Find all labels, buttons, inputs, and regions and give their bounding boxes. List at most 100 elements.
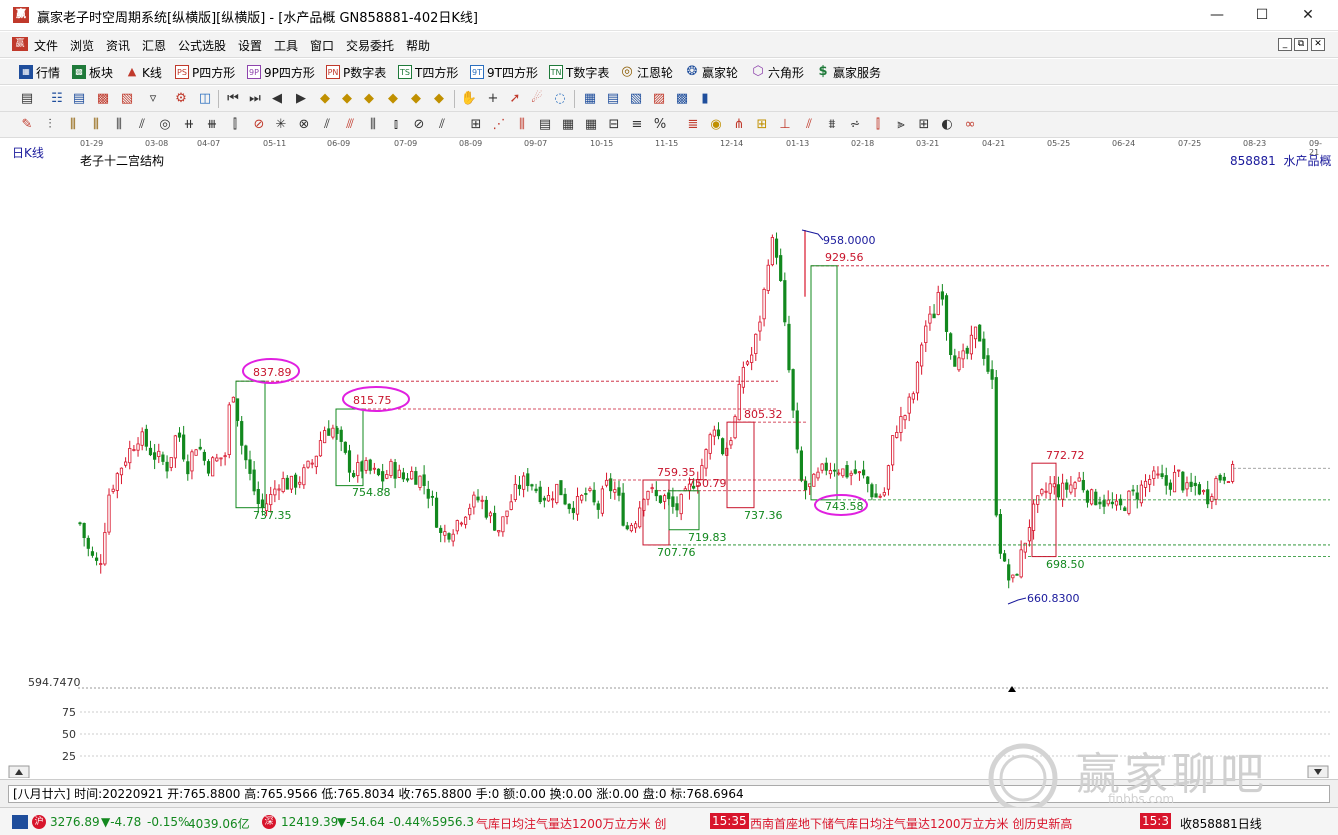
draw-tool-icon-4[interactable]: ⫼ [87, 116, 105, 134]
period-select-icon[interactable]: ▤ [18, 90, 36, 108]
toolbar-kline[interactable]: ▲ K线 [125, 63, 162, 81]
menu-window[interactable]: 窗口 [310, 37, 334, 54]
draw-tool-icon-9[interactable]: ⧻ [203, 116, 221, 134]
close-button[interactable]: ✕ [1285, 0, 1331, 31]
toolbar-hexagon[interactable]: ⬡ 六角形 [751, 63, 804, 81]
line-icon[interactable]: ➚ [506, 90, 524, 108]
draw-tool-icon-40[interactable]: ◐ [938, 116, 956, 134]
news-ticker-1[interactable]: 气库日均注气量达1200万立方米 创 [476, 815, 666, 832]
toolbar-p-number[interactable]: PN P数字表 [326, 63, 386, 81]
toolbar-p-square[interactable]: PS P四方形 [175, 63, 235, 81]
diamond-icon-6[interactable]: ◆ [430, 90, 448, 108]
first-icon[interactable]: ⏮ [224, 90, 242, 108]
menu-settings[interactable]: 设置 [238, 37, 262, 54]
toolbar-gann-wheel[interactable]: ◎ 江恩轮 [620, 63, 673, 81]
grid-status-icon[interactable] [12, 815, 28, 829]
menu-formula-select[interactable]: 公式选股 [178, 37, 226, 54]
draw-tool-icon-10[interactable]: ⫿ [226, 116, 244, 134]
draw-tool-icon-3[interactable]: ⫼ [64, 116, 82, 134]
candle-icon[interactable]: ▧ [118, 90, 136, 108]
settings-icon[interactable]: ⚙ [172, 90, 190, 108]
draw-tool-icon-12[interactable]: ✳ [272, 116, 290, 134]
toolbar-t-number[interactable]: TN T数字表 [549, 63, 609, 81]
draw-tool-icon-28[interactable]: % [651, 116, 669, 134]
toolbar-9p-square[interactable]: 9P 9P四方形 [247, 63, 315, 81]
draw-tool-icon-16[interactable]: ⫼ [364, 116, 382, 134]
draw-tool-icon-7[interactable]: ◎ [156, 116, 174, 134]
bars-icon[interactable]: ▩ [94, 90, 112, 108]
cursor-icon[interactable]: ▿ [144, 90, 162, 108]
calendar-icon[interactable]: ▦ [581, 90, 599, 108]
menu-news[interactable]: 资讯 [106, 37, 130, 54]
draw-tool-icon-19[interactable]: ⫽ [433, 116, 451, 134]
draw-tool-icon-8[interactable]: ⧺ [180, 116, 198, 134]
mdi-minimize-button[interactable]: _ [1278, 38, 1292, 51]
draw-tool-icon-30[interactable]: ◉ [707, 116, 725, 134]
news-ticker-2[interactable]: 西南首座地下储气库日均注气量达1200万立方米 创历史新高 [750, 815, 1072, 832]
menu-file[interactable]: 文件 [34, 37, 58, 54]
draw-tool-icon-14[interactable]: ⫽ [318, 116, 336, 134]
menu-trade[interactable]: 交易委托 [346, 37, 394, 54]
draw-tool-icon-27[interactable]: ≡ [628, 116, 646, 134]
draw-tool-icon-24[interactable]: ▦ [559, 116, 577, 134]
draw-tool-icon-39[interactable]: ⊞ [915, 116, 933, 134]
draw-tool-icon-1[interactable]: ✎ [18, 116, 36, 134]
next-icon[interactable]: ▶ [292, 90, 310, 108]
app-menu-icon[interactable]: 赢 [12, 37, 28, 51]
toolbar-sectors[interactable]: ▩ 板块 [72, 63, 113, 81]
zoom-icon[interactable]: ☷ [48, 90, 66, 108]
draw-tool-icon-2[interactable]: ⫶ [41, 116, 59, 134]
draw-tool-icon-32[interactable]: ⊞ [753, 116, 771, 134]
toolbar-9t-square[interactable]: 9T 9T四方形 [470, 63, 538, 81]
prev-icon[interactable]: ◀ [268, 90, 286, 108]
draw-tool-icon-17[interactable]: ⫾ [387, 116, 405, 134]
draw-tool-icon-5[interactable]: ⫼ [110, 116, 128, 134]
draw-tool-icon-18[interactable]: ⊘ [410, 116, 428, 134]
doc-icon[interactable]: ▤ [70, 90, 88, 108]
maximize-button[interactable]: ☐ [1239, 0, 1285, 31]
mdi-close-button[interactable]: ✕ [1311, 38, 1325, 51]
chart-panel[interactable]: 01-29 03-08 04-07 05-11 06-09 07-09 08-09 09-07… [8, 138, 1331, 778]
toolbar-service[interactable]: $ 赢家服务 [816, 63, 881, 81]
draw-tool-icon-29[interactable]: ≣ [684, 116, 702, 134]
draw-tool-icon-26[interactable]: ⊟ [605, 116, 623, 134]
draw-tool-icon-36[interactable]: ⩫ [846, 116, 864, 134]
draw-tool-icon-20[interactable]: ⊞ [467, 116, 485, 134]
diamond-icon-3[interactable]: ◆ [360, 90, 378, 108]
draw-tool-icon-41[interactable]: ∞ [961, 116, 979, 134]
table-icon[interactable]: ▤ [604, 90, 622, 108]
draw-tool-icon-34[interactable]: ⫽ [800, 116, 818, 134]
last-icon[interactable]: ⏭ [246, 90, 264, 108]
menu-tools[interactable]: 工具 [274, 37, 298, 54]
draw-tool-icon-35[interactable]: ⩩ [823, 116, 841, 134]
draw-tool-icon-15[interactable]: ⫻ [341, 116, 359, 134]
draw-tool-icon-6[interactable]: ⫽ [133, 116, 151, 134]
menu-help[interactable]: 帮助 [406, 37, 430, 54]
menu-browse[interactable]: 浏览 [70, 37, 94, 54]
draw-tool-icon-21[interactable]: ⋰ [490, 116, 508, 134]
draw-tool-icon-13[interactable]: ⊗ [295, 116, 313, 134]
draw-tool-icon-23[interactable]: ▤ [536, 116, 554, 134]
print-icon[interactable]: ▮ [696, 90, 714, 108]
draw-tool-icon-22[interactable]: ⫼ [513, 116, 531, 134]
draw-tool-icon-11[interactable]: ⊘ [250, 116, 268, 134]
fan-icon[interactable]: ◌ [551, 90, 569, 108]
minimize-button[interactable]: — [1194, 0, 1240, 31]
draw-tool-icon-31[interactable]: ⋔ [730, 116, 748, 134]
pattern-icon[interactable]: ☄ [528, 90, 546, 108]
mdi-restore-button[interactable]: ⧉ [1294, 38, 1308, 51]
crosshair-icon[interactable]: + [484, 90, 502, 108]
diamond-icon-4[interactable]: ◆ [384, 90, 402, 108]
menu-huien[interactable]: 汇恩 [142, 37, 166, 54]
draw-tool-icon-25[interactable]: ▦ [582, 116, 600, 134]
kline-chart[interactable]: 958.0000 929.56 837.89 815.75 805.32 772.72 75… [8, 138, 1330, 778]
draw-tool-icon-33[interactable]: ⊥ [776, 116, 794, 134]
diamond-icon-5[interactable]: ◆ [407, 90, 425, 108]
hand-icon[interactable]: ✋ [460, 90, 478, 108]
report-icon[interactable]: ▧ [627, 90, 645, 108]
draw-tool-icon-38[interactable]: ⫸ [892, 116, 910, 134]
export-icon[interactable]: ▩ [673, 90, 691, 108]
toolbar-quotes[interactable]: ▦ 行情 [19, 63, 60, 81]
diamond-icon-1[interactable]: ◆ [316, 90, 334, 108]
toolbar-winner-wheel[interactable]: ❂ 赢家轮 [685, 63, 738, 81]
